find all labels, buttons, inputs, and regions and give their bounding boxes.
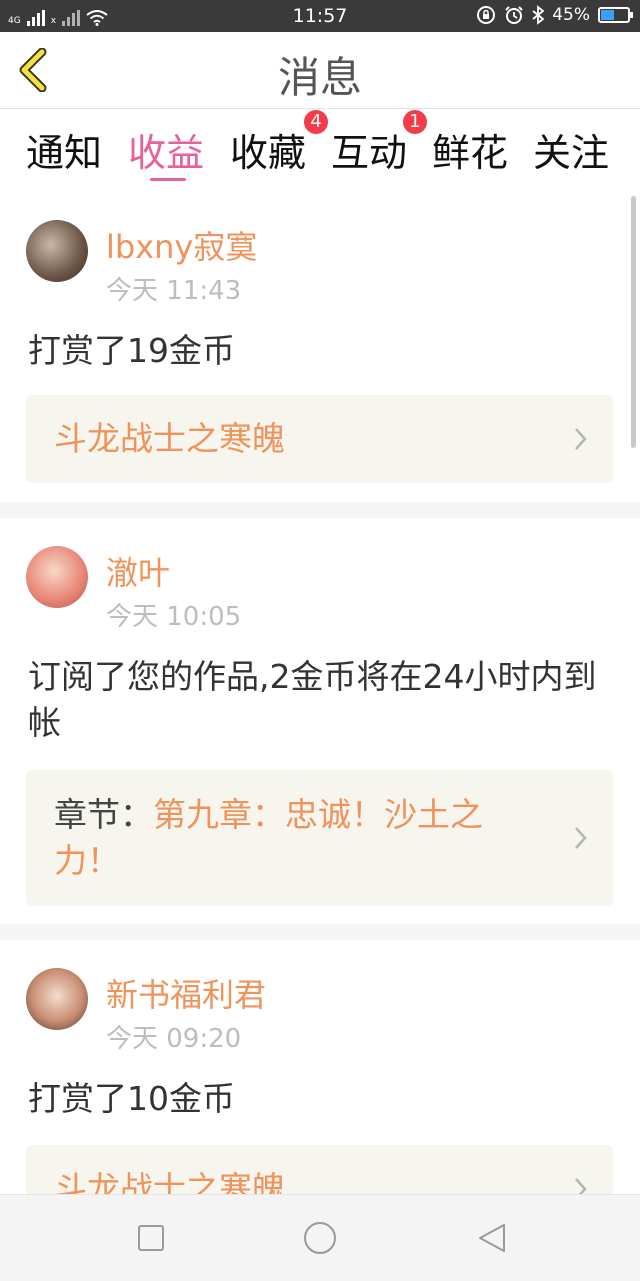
tab-label: 鲜花 xyxy=(432,131,509,175)
scrollbar[interactable] xyxy=(631,196,636,448)
status-right: 45% xyxy=(476,5,633,25)
tab-flowers[interactable]: 鲜花 xyxy=(432,122,508,177)
message-time: 今天 11:43 xyxy=(106,276,242,306)
unread-badge: 4 xyxy=(304,110,328,134)
message-feed[interactable]: lbxny寂寞 今天 11:43 打赏了19金币 斗龙战士之寒魄 澈叶 今天 1… xyxy=(0,192,640,1194)
home-icon[interactable] xyxy=(303,1221,337,1255)
chapter-prefix: 章节： xyxy=(54,795,153,834)
message-item: 新书福利君 今天 09:20 打赏了10金币 斗龙战士之寒魄 xyxy=(0,940,640,1194)
chevron-right-icon xyxy=(575,1178,587,1194)
tab-label: 互动 xyxy=(331,131,408,175)
recent-apps-icon[interactable] xyxy=(137,1224,165,1252)
work-title: 斗龙战士之寒魄 xyxy=(54,1169,285,1194)
tab-label: 收益 xyxy=(128,131,205,175)
battery-percent: 45% xyxy=(552,5,590,25)
message-time: 今天 09:20 xyxy=(106,1024,242,1054)
username[interactable]: lbxny寂寞 xyxy=(106,222,257,268)
bluetooth-icon xyxy=(532,5,545,25)
lock-rotation-icon xyxy=(477,6,496,24)
tab-favorites[interactable]: 收藏 4 xyxy=(230,110,328,177)
page-title: 消息 xyxy=(277,53,362,102)
chevron-right-icon xyxy=(575,428,587,450)
avatar[interactable] xyxy=(26,220,88,282)
message-item: lbxny寂寞 今天 11:43 打赏了19金币 斗龙战士之寒魄 xyxy=(0,192,640,502)
message-action: 打赏了10金币 xyxy=(28,1079,235,1118)
system-nav-bar xyxy=(0,1194,640,1281)
tab-earnings[interactable]: 收益 xyxy=(128,122,204,177)
battery-fill xyxy=(601,10,614,20)
avatar[interactable] xyxy=(26,546,88,608)
message-item: 澈叶 今天 10:05 订阅了您的作品,2金币将在24小时内到帐 章节：第九章：… xyxy=(0,518,640,924)
tab-bar: 通知 收益 收藏 4 互动 1 鲜花 关注 xyxy=(0,110,640,190)
message-action: 订阅了您的作品,2金币将在24小时内到帐 xyxy=(28,657,597,742)
chapter-link[interactable]: 章节：第九章：忠诚！沙土之力！ xyxy=(26,770,613,906)
tab-label: 关注 xyxy=(533,131,610,175)
back-icon[interactable] xyxy=(476,1222,508,1254)
tab-label: 收藏 xyxy=(230,131,307,175)
work-title: 斗龙战士之寒魄 xyxy=(54,419,285,458)
divider xyxy=(0,502,640,518)
header: 消息 xyxy=(0,32,640,109)
chevron-right-icon xyxy=(575,827,587,849)
unread-badge: 1 xyxy=(403,110,427,134)
battery-icon xyxy=(598,7,633,23)
tab-label: 通知 xyxy=(26,131,103,175)
active-tab-indicator xyxy=(150,178,186,181)
tab-notifications[interactable]: 通知 xyxy=(26,122,102,177)
divider xyxy=(0,924,640,940)
alarm-icon xyxy=(505,6,523,24)
status-bar: 4G x 11:57 45% xyxy=(0,0,640,32)
work-link[interactable]: 斗龙战士之寒魄 xyxy=(26,1145,613,1194)
tab-interactions[interactable]: 互动 1 xyxy=(331,110,427,177)
chapter-text: 章节：第九章：忠诚！沙土之力！ xyxy=(54,792,543,884)
message-action: 打赏了19金币 xyxy=(28,331,235,370)
tab-following[interactable]: 关注 xyxy=(533,122,609,177)
username[interactable]: 澈叶 xyxy=(106,548,170,594)
message-time: 今天 10:05 xyxy=(106,602,242,632)
username[interactable]: 新书福利君 xyxy=(106,970,266,1016)
work-link[interactable]: 斗龙战士之寒魄 xyxy=(26,395,613,483)
avatar[interactable] xyxy=(26,968,88,1030)
